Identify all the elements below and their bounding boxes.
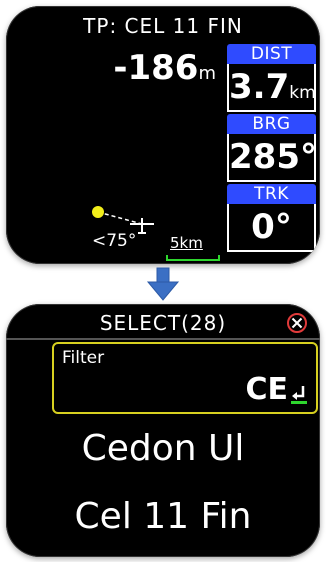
trk-value: 0° [251,207,292,247]
info-panel: DIST 3.7km BRG 285° TRK 0° [227,44,317,254]
dist-value-cell: 3.7km [227,64,316,112]
select-title: SELECT(28) [99,311,227,335]
dist-unit: km [289,83,316,103]
brg-label: BRG [227,114,316,134]
dist-box: DIST 3.7km [227,44,316,114]
enter-icon [291,386,307,404]
altitude-value: -186 [113,48,199,88]
brg-value: 285° [229,137,317,177]
filter-value: CE [245,372,288,407]
close-icon[interactable] [286,312,308,334]
title-divider [6,338,320,340]
down-arrow-icon [146,267,180,301]
trk-value-cell: 0° [227,204,316,252]
select-screen: SELECT(28) Filter CE Cedon Ul Cel 11 Fin [6,304,320,557]
bearing-offset: <75° [92,231,137,251]
waypoint-dot-icon [92,206,104,218]
course-line [97,211,143,225]
map-scale-bar [166,255,220,261]
dist-label: DIST [227,44,316,64]
track-map [92,206,154,234]
filter-input[interactable]: Filter CE [52,342,318,414]
brg-box: BRG 285° [227,114,317,184]
trk-label: TRK [227,184,316,204]
trk-box: TRK 0° [227,184,316,254]
turnpoint-title: TP: CEL 11 FIN [83,14,243,38]
dist-value: 3.7 [229,67,290,107]
altitude-readout: -186m [113,48,216,88]
list-item-cel-11-fin[interactable]: Cel 11 Fin [6,496,320,537]
list-item-cedon-ul[interactable]: Cedon Ul [6,428,320,469]
altitude-unit: m [198,63,216,84]
filter-label: Filter [62,348,105,368]
brg-value-cell: 285° [227,134,317,182]
map-scale-label: 5km [170,234,203,252]
navigation-screen: TP: CEL 11 FIN -186m DIST 3.7km BRG 285°… [6,6,320,264]
